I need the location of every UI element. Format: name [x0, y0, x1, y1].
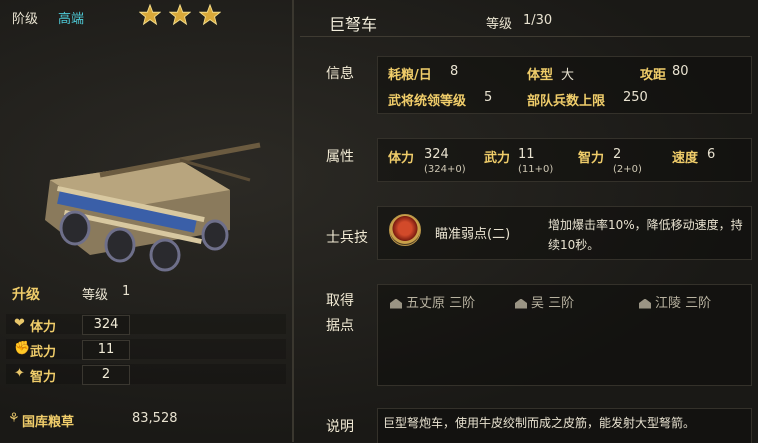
- attr-value: 11: [518, 147, 535, 162]
- level-label: 等级: [486, 17, 513, 32]
- stronghold-icon: [390, 298, 402, 309]
- command-value: 5: [484, 90, 493, 105]
- stat-label: 智力: [30, 370, 57, 385]
- upgrade-label: 升级: [12, 287, 40, 303]
- star-icon: [199, 4, 221, 26]
- acquire-item: 吴 三阶: [515, 292, 574, 311]
- acquire-item: 五丈原 三阶: [390, 292, 475, 311]
- range-value: 80: [672, 64, 689, 79]
- attr-sub: (324+0): [424, 164, 466, 175]
- stronghold-icon: [639, 298, 651, 309]
- attr-label: 智力: [578, 151, 605, 166]
- skill-label: 士兵技: [326, 230, 368, 246]
- attr-value: 2: [613, 147, 622, 162]
- storage-label: 国库粮草: [22, 415, 75, 430]
- level-value: 1: [122, 284, 131, 299]
- desc-label: 说明: [326, 419, 354, 435]
- desc-text: 巨型弩炮车，使用牛皮绞制而成之皮筋，能发射大型弩箭。: [383, 416, 696, 430]
- attr-label: 属性: [326, 149, 354, 165]
- acquire-item: 江陵 三阶: [639, 292, 711, 311]
- fist-icon: ✊: [14, 341, 31, 356]
- skill-icon[interactable]: [389, 214, 421, 246]
- attr-label: 武力: [484, 151, 511, 166]
- stat-label: 体力: [30, 320, 57, 335]
- ballista-cart-image: [45, 142, 261, 272]
- troops-value: 250: [623, 90, 648, 105]
- skill-desc: 增加爆击率10%，降低移动速度，持: [548, 218, 743, 232]
- acquire-label: 据点: [326, 318, 354, 334]
- attr-label: 速度: [672, 151, 699, 166]
- unit-detail-screen: 阶级 高端 升级 等级 1 ❤ 体力 324 ✊ 武力 11 ✦ 智力 2 ⚘ …: [0, 0, 758, 443]
- storage-value: 83,528: [132, 411, 178, 426]
- divider: [292, 0, 294, 442]
- stat-label: 武力: [30, 345, 57, 360]
- skill-desc: 续10秒。: [548, 238, 600, 252]
- star-icon: [169, 4, 191, 26]
- food-label: 耗粮/日: [388, 68, 432, 83]
- attr-sub: (11+0): [518, 164, 554, 175]
- star-icon: [139, 4, 161, 26]
- skill-name: 瞄准弱点(二): [435, 227, 511, 242]
- acquire-label: 取得: [326, 293, 354, 309]
- attr-label: 体力: [388, 151, 415, 166]
- tier-value: 高端: [58, 12, 85, 27]
- unit-title: 巨弩车: [329, 15, 378, 34]
- brain-icon: ✦: [14, 366, 25, 381]
- info-label: 信息: [326, 66, 354, 82]
- tier-label: 阶级: [12, 12, 39, 27]
- stat-value: 324: [82, 315, 130, 335]
- size-value: 大: [561, 68, 575, 83]
- stat-value: 11: [82, 340, 130, 360]
- header-divider: [300, 36, 750, 37]
- attr-sub: (2+0): [613, 164, 642, 175]
- level-value: 1/30: [523, 13, 553, 28]
- troops-label: 部队兵数上限: [527, 94, 606, 109]
- stamina-icon: ❤: [14, 316, 25, 331]
- command-label: 武将统领等级: [388, 94, 467, 109]
- stronghold-icon: [515, 298, 527, 309]
- stat-value: 2: [82, 365, 130, 385]
- food-value: 8: [450, 64, 459, 79]
- grain-icon: ⚘: [8, 411, 20, 426]
- level-label: 等级: [82, 288, 109, 303]
- size-label: 体型: [527, 68, 554, 83]
- range-label: 攻距: [640, 68, 667, 83]
- attr-value: 324: [424, 147, 449, 162]
- attr-value: 6: [707, 147, 716, 162]
